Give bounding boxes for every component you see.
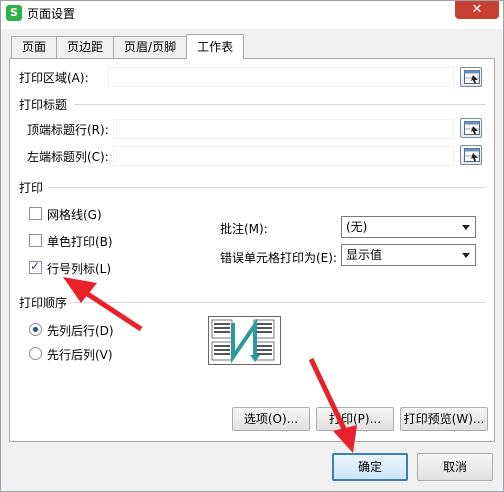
print-button[interactable]: 打印(P)... [316, 407, 394, 431]
print-area-input[interactable] [108, 67, 454, 87]
left-title-columns-label: 左端标题列(C): [27, 150, 109, 164]
print-group-divider [48, 187, 486, 188]
page-order-divider [74, 302, 486, 303]
page-order-group-title: 打印顺序 [19, 296, 68, 310]
cell-errors-select[interactable]: 显示值 [341, 244, 476, 266]
tab-margins[interactable]: 页边距 [56, 36, 115, 59]
cell-errors-label: 错误单元格打印为(E): [220, 251, 337, 265]
chevron-down-icon [462, 225, 470, 230]
window-title: 页面设置 [27, 7, 76, 21]
top-title-rows-label: 顶端标题行(R): [27, 123, 109, 137]
print-preview-button[interactable]: 打印预览(W)... [400, 407, 488, 431]
comments-label: 批注(M): [220, 222, 268, 236]
print-area-picker-button[interactable] [460, 67, 482, 87]
top-title-rows-picker-button[interactable] [460, 118, 482, 138]
cell-errors-select-value: 显示值 [346, 248, 383, 262]
tab-sheet[interactable]: 工作表 [186, 34, 245, 59]
monochrome-label[interactable]: 单色打印(B) [47, 233, 113, 250]
page-setup-dialog: S 页面设置 ✕ 页面 页边距 页眉/页脚 工作表 打印区域(A): 打印标题 … [0, 0, 504, 492]
title-bar: S 页面设置 ✕ [1, 1, 503, 29]
page-order-preview [208, 316, 281, 365]
range-picker-icon [464, 148, 480, 162]
tab-header-footer[interactable]: 页眉/页脚 [113, 36, 188, 59]
range-picker-icon [464, 121, 480, 135]
range-picker-icon [464, 70, 480, 84]
top-title-rows-input[interactable] [113, 119, 454, 139]
left-title-columns-input[interactable] [113, 146, 454, 166]
wps-app-icon: S [6, 5, 22, 21]
gridlines-label[interactable]: 网格线(G) [47, 206, 102, 223]
over-then-down-label[interactable]: 先行后列(V) [47, 346, 113, 363]
tab-strip: 页面 页边距 页眉/页脚 工作表 [11, 34, 245, 59]
row-col-headings-checkbox[interactable] [29, 259, 42, 274]
comments-select[interactable]: (无) [341, 216, 476, 238]
down-then-over-radio[interactable] [29, 323, 42, 336]
print-titles-group-title: 打印标题 [19, 98, 68, 112]
sheet-tab-panel: 打印区域(A): 打印标题 顶端标题行(R): 左端标题列(C): 打印 网格线… [9, 58, 495, 442]
left-title-columns-picker-button[interactable] [460, 145, 482, 165]
over-then-down-radio[interactable] [29, 347, 42, 360]
gridlines-checkbox[interactable] [29, 207, 42, 220]
down-then-over-label[interactable]: 先列后行(D) [47, 322, 114, 339]
ok-button[interactable]: 确定 [332, 453, 408, 481]
print-titles-divider [74, 104, 486, 105]
options-button[interactable]: 选项(O)... [232, 407, 310, 431]
print-area-label: 打印区域(A): [19, 71, 89, 85]
close-button[interactable]: ✕ [455, 1, 499, 19]
cancel-button[interactable]: 取消 [417, 453, 493, 481]
monochrome-checkbox[interactable] [29, 234, 42, 247]
tab-page[interactable]: 页面 [11, 36, 58, 59]
row-col-headings-label[interactable]: 行号列标(L) [47, 260, 111, 277]
comments-select-value: (无) [346, 220, 368, 234]
chevron-down-icon [462, 253, 470, 258]
page-order-preview-icon [211, 318, 275, 364]
print-group-title: 打印 [19, 181, 44, 195]
